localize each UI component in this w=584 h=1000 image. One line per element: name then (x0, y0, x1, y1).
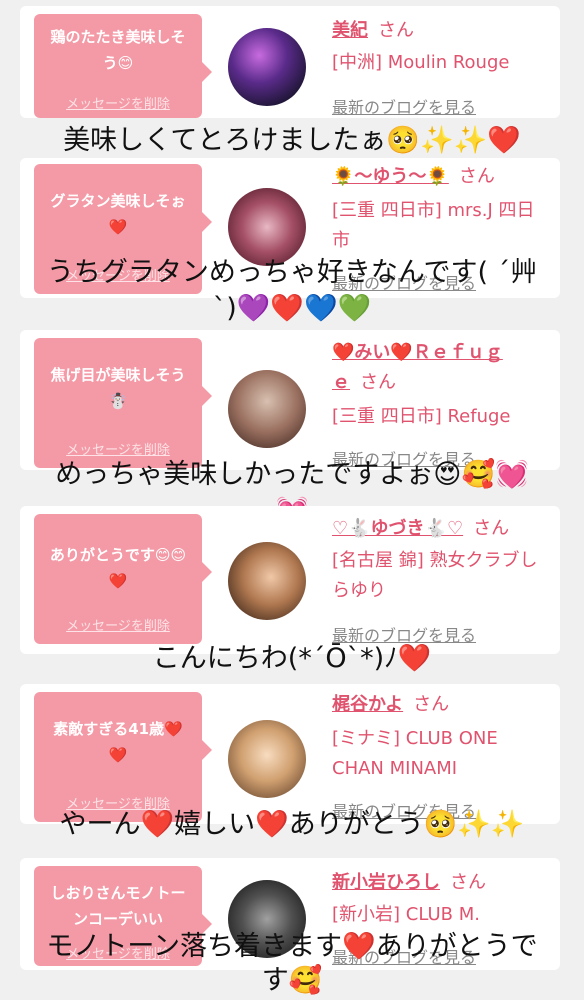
honorific: さん (360, 372, 396, 393)
user-name-row: 美紀 さん (332, 16, 552, 46)
user-name-row: 🌻〜ゆう〜🌻 さん (332, 162, 552, 192)
honorific: さん (450, 872, 486, 893)
user-name-row: 梶谷かよ さん (332, 690, 552, 720)
message-text: 素敵すぎる41歳❤️❤️ (53, 720, 183, 764)
avatar[interactable] (228, 542, 306, 620)
message-card: 焦げ目が美味しそう☃️ メッセージを削除 ❤️みい❤️Ｒｅｆｕｇ ｅ さん [三重… (20, 330, 560, 470)
user-name-row: ♡🐇ゆづき🐇♡ さん (332, 514, 552, 544)
shop-name: [中洲] Moulin Rouge (332, 52, 510, 73)
shop-name: [ミナミ] CLUB ONE CHAN MINAMI (332, 728, 498, 779)
message-text: ありがとうです😊😊❤️ (49, 546, 187, 590)
user-name-link[interactable]: 梶谷かよ (332, 694, 403, 715)
reply-comment-line-2: す🥰 (261, 965, 323, 996)
message-text: 鶏のたたき美味しそう😊 (50, 28, 186, 72)
shop-name: [三重 四日市] Refuge (332, 406, 511, 427)
reply-comment: 美味しくてとろけましたぁ🥺✨✨❤️ (63, 125, 521, 156)
shop-name: [新小岩] CLUB M. (332, 904, 480, 925)
avatar[interactable] (228, 370, 306, 448)
avatar[interactable] (228, 188, 306, 266)
message-bubble: ありがとうです😊😊❤️ メッセージを削除 (34, 514, 212, 644)
honorific: さん (473, 518, 510, 539)
user-name-row: ❤️みい❤️Ｒｅｆｕｇ ｅ さん (332, 338, 552, 398)
message-bubble: 焦げ目が美味しそう☃️ メッセージを削除 (34, 338, 212, 468)
honorific: さん (413, 694, 450, 715)
avatar[interactable] (228, 720, 306, 798)
reply-comment: こんにちわ(*´Ō`*)ﾉ❤️ (152, 643, 432, 674)
user-name-link[interactable]: 🌻〜ゆう〜🌻 (332, 166, 449, 187)
reply-comment-line-1: うちグラタンめっちゃ好きなんです( ´艸 (46, 257, 538, 288)
user-name-link[interactable]: ❤️みい❤️Ｒｅｆｕｇ (332, 342, 503, 363)
user-name-link-cont[interactable]: ｅ (332, 372, 350, 393)
honorific: さん (458, 166, 495, 187)
latest-blog-link[interactable]: 最新のブログを見る (332, 94, 476, 118)
delete-message-link[interactable]: メッセージを削除 (34, 439, 202, 458)
avatar[interactable] (228, 28, 306, 106)
user-name-link[interactable]: 美紀 (332, 20, 368, 41)
shop-name: [名古屋 錦] 熟女クラブしらゆり (332, 550, 538, 601)
delete-message-link[interactable]: メッセージを削除 (34, 615, 202, 634)
reply-comment-line-1: モノトーン落ち着きます❤️ありがとうで (46, 931, 538, 962)
user-name-row: 新小岩ひろし さん (332, 868, 552, 898)
user-name-link[interactable]: ♡🐇ゆづき🐇♡ (332, 518, 463, 539)
delete-message-link[interactable]: メッセージを削除 (34, 93, 202, 112)
reply-comment-line-2: `)💜❤️💙💚 (212, 293, 372, 324)
message-card: 鶏のたたき美味しそう😊 メッセージを削除 美紀 さん [中洲] Moulin Ro… (20, 6, 560, 118)
message-card: ありがとうです😊😊❤️ メッセージを削除 ♡🐇ゆづき🐇♡ さん [名古屋 錦] 熟… (20, 506, 560, 654)
reply-comment: めっちゃ美味しかったですよぉ😍🥰💓 (55, 459, 529, 490)
message-text: 焦げ目が美味しそう☃️ (50, 366, 186, 410)
reply-comment: やーん❤️嬉しい❤️ありがとう🥺✨✨ (59, 809, 525, 840)
shop-name: [三重 四日市] mrs.J 四日市 (332, 200, 535, 251)
message-text: グラタン美味しそぉ❤️ (50, 192, 186, 236)
message-bubble: 鶏のたたき美味しそう😊 メッセージを削除 (34, 14, 212, 118)
user-name-link[interactable]: 新小岩ひろし (332, 872, 440, 893)
message-card: 素敵すぎる41歳❤️❤️ メッセージを削除 梶谷かよ さん [ミナミ] CLUB … (20, 684, 560, 824)
message-bubble: 素敵すぎる41歳❤️❤️ メッセージを削除 (34, 692, 212, 822)
honorific: さん (378, 20, 414, 41)
